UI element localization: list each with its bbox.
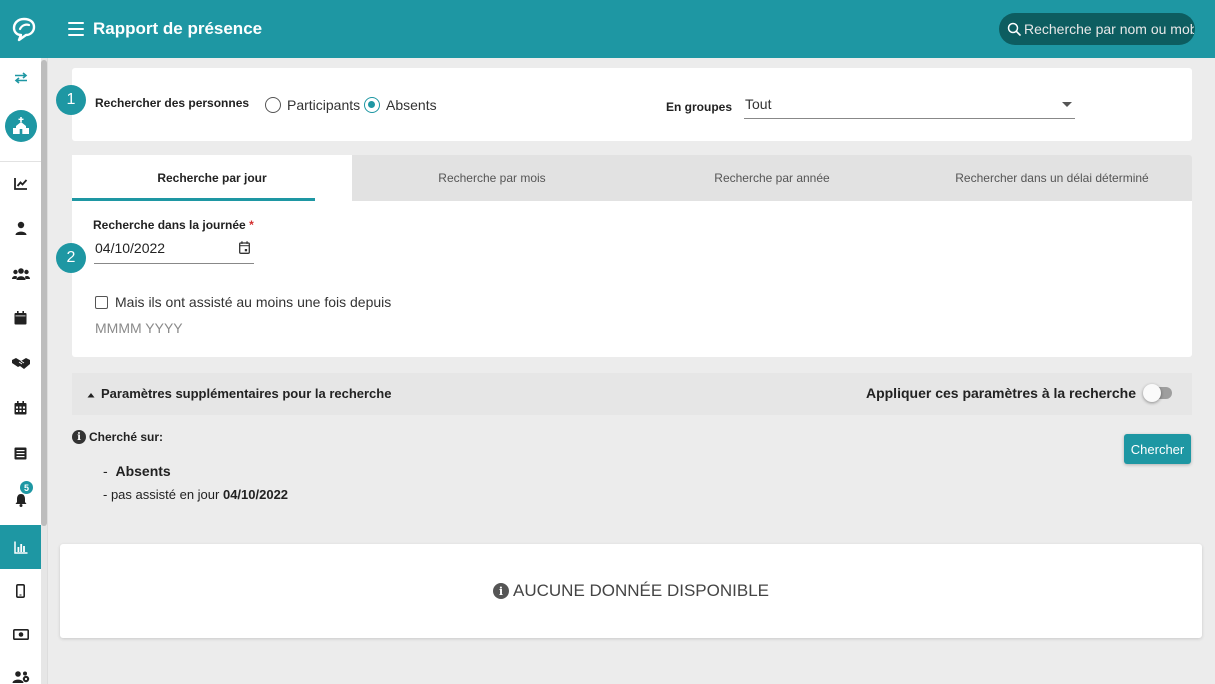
sidebar-item-statistics[interactable] <box>0 163 41 203</box>
sidebar-item-church[interactable] <box>0 106 41 146</box>
swap-icon <box>14 72 27 84</box>
calendar-grid-icon <box>14 401 27 415</box>
sidebar-item-person[interactable] <box>0 208 41 248</box>
radio-button-participants[interactable] <box>265 97 281 113</box>
step-badge-2: 2 <box>56 243 86 273</box>
money-icon <box>12 628 29 640</box>
step-badge-1: 1 <box>56 85 86 115</box>
tab-year[interactable]: Recherche par année <box>632 155 912 201</box>
tab-year-label: Recherche par année <box>714 171 830 185</box>
users-cog-icon <box>12 670 29 683</box>
radio-label-participants: Participants <box>287 97 361 113</box>
day-search-label-text: Recherche dans la journée <box>93 218 246 232</box>
search-people-label: Rechercher des personnes <box>95 96 250 110</box>
radio-absents[interactable]: Absents <box>364 97 437 113</box>
list-icon <box>14 447 27 459</box>
search-input[interactable] <box>1024 21 1194 37</box>
sidebar-item-list[interactable] <box>0 433 41 473</box>
summary-line2-prefix: - pas assisté en jour <box>103 487 220 502</box>
search-summary-title: i Cherché sur: <box>72 430 163 444</box>
date-field[interactable]: 04/10/2022 <box>94 238 254 264</box>
radio-participants[interactable]: Participants <box>265 97 360 113</box>
tab-range-label: Rechercher dans un délai déterminé <box>955 171 1149 185</box>
month-year-input[interactable]: MMMM YYYY <box>95 320 183 336</box>
sidebar-item-user-settings[interactable] <box>0 656 41 684</box>
church-avatar <box>4 110 37 142</box>
notification-badge: 5 <box>19 480 34 495</box>
attended-since-checkbox-row[interactable]: Mais ils ont assisté au moins une fois d… <box>95 294 391 310</box>
groups-select[interactable]: Tout <box>744 92 1075 119</box>
logo-icon <box>12 17 36 42</box>
tab-day-label: Recherche par jour <box>157 171 267 185</box>
calendar-picker-icon[interactable] <box>239 241 250 254</box>
handshake-icon <box>11 358 30 369</box>
bell-icon <box>15 494 26 507</box>
no-data-info-icon: i <box>493 583 509 599</box>
app-logo[interactable] <box>0 0 48 58</box>
tab-month-label: Recherche par mois <box>438 171 546 185</box>
sidebar-item-switch[interactable] <box>0 58 41 98</box>
extra-params-title: Paramètres supplémentaires pour la reche… <box>101 386 392 401</box>
summary-line-date: - pas assisté en jour 04/10/2022 <box>103 487 288 502</box>
tab-month[interactable]: Recherche par mois <box>352 155 632 201</box>
sidebar-scrollbar[interactable] <box>41 58 47 684</box>
top-bar: Rapport de présence <box>0 0 1215 58</box>
sidebar-item-finance[interactable] <box>0 614 41 654</box>
summary-line1-prefix: - <box>103 463 108 479</box>
sidebar-scrollbar-thumb[interactable] <box>41 60 47 526</box>
chart-line-icon <box>13 177 27 190</box>
date-input-value[interactable]: 04/10/2022 <box>95 240 165 256</box>
sidebar-item-reports[interactable] <box>0 525 41 569</box>
global-search[interactable] <box>999 13 1195 45</box>
page-title: Rapport de présence <box>93 19 263 38</box>
search-button[interactable]: Chercher <box>1124 434 1191 464</box>
caret-up-icon <box>87 393 95 398</box>
sidebar-item-partnership[interactable] <box>0 343 41 383</box>
sidebar: 5 <box>0 58 48 684</box>
summary-line1-value: Absents <box>115 463 171 479</box>
required-mark: * <box>249 218 254 232</box>
report-chart-icon <box>13 541 27 554</box>
sidebar-item-schedule[interactable] <box>0 388 41 428</box>
people-group-icon <box>11 267 30 280</box>
radio-label-absents: Absents <box>386 97 437 113</box>
tab-day[interactable]: Recherche par jour <box>72 155 352 201</box>
summary-line2-date: 04/10/2022 <box>222 487 289 502</box>
attended-since-checkbox[interactable] <box>95 295 108 309</box>
hamburger-menu-icon[interactable] <box>68 22 84 36</box>
search-summary-title-text: Cherché sur: <box>89 430 164 444</box>
mobile-icon <box>16 584 25 598</box>
apply-params-label: Appliquer ces paramètres à la recherche <box>865 385 1136 401</box>
sidebar-item-groups[interactable] <box>0 253 41 293</box>
chevron-down-icon <box>1062 102 1072 107</box>
radio-button-absents[interactable] <box>364 97 380 113</box>
toggle-knob <box>1143 384 1161 402</box>
person-icon <box>15 221 26 235</box>
sidebar-item-mobile[interactable] <box>0 571 41 611</box>
calendar-icon <box>14 311 27 325</box>
attended-since-label: Mais ils ont assisté au moins une fois d… <box>115 294 392 310</box>
search-mode-tabs: Recherche par jour Recherche par mois Re… <box>72 155 1192 201</box>
no-data-message: AUCUNE DONNÉE DISPONIBLE <box>513 581 769 600</box>
tab-range[interactable]: Rechercher dans un délai déterminé <box>912 155 1192 201</box>
extra-params-bar[interactable]: Paramètres supplémentaires pour la reche… <box>72 373 1192 415</box>
groups-select-value: Tout <box>745 96 772 112</box>
church-icon <box>12 117 29 134</box>
sidebar-item-calendar[interactable] <box>0 298 41 338</box>
summary-line-absents: - Absents <box>103 463 171 479</box>
groups-label: En groupes <box>666 100 733 114</box>
search-icon <box>1007 22 1021 36</box>
results-panel: i AUCUNE DONNÉE DISPONIBLE <box>60 544 1202 638</box>
apply-params-toggle[interactable] <box>1143 384 1172 402</box>
day-search-label: Recherche dans la journée * <box>93 218 254 232</box>
sidebar-item-notifications[interactable]: 5 <box>0 480 41 520</box>
info-icon: i <box>72 430 86 444</box>
